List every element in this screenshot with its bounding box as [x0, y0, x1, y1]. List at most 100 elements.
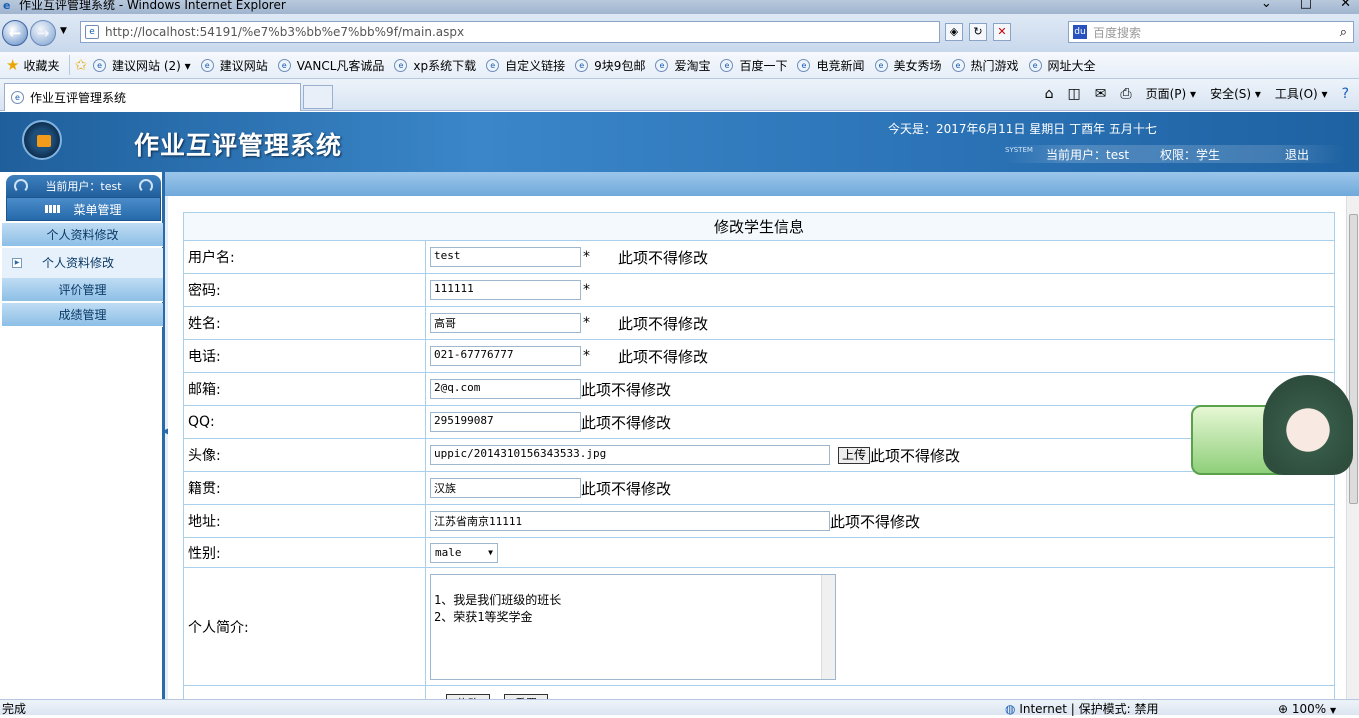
today-date: 今天是：2017年6月11日 星期日 丁酉年 五月十七 [888, 122, 1157, 136]
required-mark: * [583, 249, 590, 265]
fav-link[interactable]: e 爱淘宝 [655, 57, 710, 74]
fav-link[interactable]: e 建议网站 [200, 57, 268, 74]
fav-link-label: 建议网站 (2) ▾ [112, 58, 191, 73]
fav-link[interactable]: e 网址大全 [1028, 57, 1096, 74]
maximize-icon[interactable]: □ [1300, 0, 1312, 11]
zone-label: Internet | 保护模式: 禁用 [1019, 702, 1159, 716]
not-editable-note: 此项不得修改 [581, 380, 672, 399]
back-button[interactable]: ← [2, 20, 28, 46]
stop-icon[interactable]: ✕ [993, 23, 1011, 41]
search-icon[interactable]: ⌕ [1340, 25, 1347, 40]
required-mark: * [583, 315, 590, 331]
email-field[interactable]: 2@q.com [430, 379, 581, 399]
arrow-bullet-icon: ▶ [12, 258, 22, 268]
help-icon[interactable]: ? [1342, 86, 1349, 102]
floating-anime-widget[interactable] [1183, 375, 1359, 480]
header-subbar [0, 172, 1359, 196]
phone-field[interactable]: 021-67776777 [430, 346, 581, 366]
not-editable-note: 此项不得修改 [870, 446, 961, 465]
username-field[interactable]: test [430, 247, 581, 267]
address-input[interactable]: e http://localhost:54191/%e7%b3%bb%e7%bb… [80, 21, 940, 43]
form-row-email: 邮箱: 2@q.com 此项不得修改 [183, 372, 1335, 406]
name-field[interactable]: 高哥 [430, 313, 581, 333]
native-place-field[interactable]: 汉族 [430, 478, 581, 498]
new-tab-button[interactable] [303, 85, 333, 109]
form-row-actions: 修改 重置 [183, 685, 1335, 699]
user-role: 权限：学生 [1160, 148, 1221, 162]
forward-button[interactable]: → [30, 20, 56, 46]
form-row-native: 籍贯: 汉族 此项不得修改 [183, 471, 1335, 505]
password-field[interactable]: 111111 [430, 280, 581, 300]
sidebar-item-label: 个人资料修改 [42, 256, 115, 270]
fav-link[interactable]: e 建议网站 (2) ▾ [93, 57, 191, 74]
zoom-control[interactable]: ⊕ 100% ▼ [1278, 702, 1336, 718]
app-header: 作业互评管理系统 今天是：2017年6月11日 星期日 丁酉年 五月十七 SYS… [0, 112, 1359, 172]
fav-link[interactable]: e 自定义链接 [486, 57, 565, 74]
search-input[interactable]: du 百度搜索 ⌕ [1068, 21, 1354, 43]
minimize-icon[interactable]: ⌄ [1261, 0, 1272, 11]
address-field[interactable]: 江苏省南京11111 [430, 511, 830, 531]
chevron-down-icon: ▼ [1330, 706, 1337, 715]
not-editable-note: 此项不得修改 [581, 479, 672, 498]
avatar-path-field[interactable]: uppic/2014310156343533.jpg [430, 445, 830, 465]
ie-page-icon: e [93, 58, 107, 72]
compat-view-icon[interactable]: ◈ [945, 23, 963, 41]
native-place-label: 籍贯: [183, 471, 426, 505]
not-editable-note: 此项不得修改 [618, 248, 709, 267]
form-row-qq: QQ: 295199087 此项不得修改 [183, 405, 1335, 439]
window-title: 作业互评管理系统 - Windows Internet Explorer [19, 0, 286, 12]
fav-link[interactable]: e 热门游戏 [951, 57, 1019, 74]
sidebar-category-evaluation[interactable]: 评价管理 [2, 278, 163, 302]
textarea-scrollbar[interactable] [821, 574, 835, 679]
close-icon[interactable]: ✕ [1340, 0, 1351, 11]
gender-select[interactable]: male ▼ [430, 542, 498, 563]
add-favorite-icon[interactable]: ✩ [74, 56, 87, 74]
fav-link-label: 9块9包邮 [594, 58, 646, 73]
app-title: 作业互评管理系统 [134, 131, 343, 160]
upload-button[interactable]: 上传 [838, 446, 871, 464]
anime-girl-image [1263, 375, 1353, 475]
history-dropdown-icon[interactable]: ▼ [60, 26, 67, 36]
print-icon[interactable]: ⎙ [1120, 86, 1131, 102]
security-zone: ◍ Internet | 保护模式: 禁用 [1005, 702, 1159, 716]
ie-page-icon: e [486, 58, 500, 72]
fav-link-label: 美女秀场 [893, 58, 942, 73]
fav-link[interactable]: e 9块9包邮 [575, 57, 645, 74]
window-title-bar: e 作业互评管理系统 - Windows Internet Explorer ⌄… [0, 0, 1359, 14]
app-logo-icon [22, 120, 62, 160]
logout-link[interactable]: 退出 [1285, 146, 1309, 163]
safety-menu[interactable]: 安全(S) ▾ [1210, 85, 1261, 102]
tools-menu[interactable]: 工具(O) ▾ [1275, 85, 1328, 102]
fav-link[interactable]: e xp系统下载 [394, 57, 476, 74]
phone-label: 电话: [183, 339, 426, 373]
sidebar-user-label: 当前用户：test [45, 180, 122, 193]
sidebar-category-grades[interactable]: 成绩管理 [2, 303, 163, 327]
fav-link[interactable]: e VANCL凡客诚品 [277, 57, 384, 74]
intro-textarea[interactable]: 1、我是我们班级的班长 2、荣获1等奖学金 [430, 573, 836, 680]
page-menu[interactable]: 页面(P) ▾ [1146, 85, 1196, 102]
fav-link[interactable]: e 百度一下 [720, 57, 787, 74]
fav-link-label: 自定义链接 [505, 58, 566, 73]
url-text[interactable]: http://localhost:54191/%e7%b3%bb%e7%bb%9… [105, 25, 464, 39]
ie-page-icon: e [874, 58, 888, 72]
fav-link-label: 电竞新闻 [816, 58, 865, 73]
actions-label-cell [183, 685, 426, 699]
favorites-button[interactable]: ★ 收藏夹 [0, 54, 65, 76]
mail-icon[interactable]: ✉ [1095, 86, 1107, 102]
sidebar-item-profile[interactable]: ▶ 个人资料修改 [2, 248, 163, 278]
not-editable-note: 此项不得修改 [618, 347, 709, 366]
tab-active[interactable]: e 作业互评管理系统 [4, 83, 301, 111]
ie-logo-icon: e [3, 0, 11, 12]
sidebar-category-profile[interactable]: 个人资料修改 [2, 223, 163, 247]
intro-label: 个人简介: [183, 567, 426, 686]
feeds-icon[interactable]: ◫ [1067, 86, 1080, 102]
home-icon[interactable]: ⌂ [1045, 86, 1054, 102]
ring-icon [14, 179, 28, 193]
system-tag: SYSTEM [1005, 146, 1033, 154]
star-icon: ★ [6, 56, 20, 74]
not-editable-note: 此项不得修改 [830, 512, 921, 531]
fav-link[interactable]: e 电竞新闻 [797, 57, 865, 74]
refresh-icon[interactable]: ↻ [969, 23, 987, 41]
qq-field[interactable]: 295199087 [430, 412, 581, 432]
fav-link[interactable]: e 美女秀场 [874, 57, 942, 74]
